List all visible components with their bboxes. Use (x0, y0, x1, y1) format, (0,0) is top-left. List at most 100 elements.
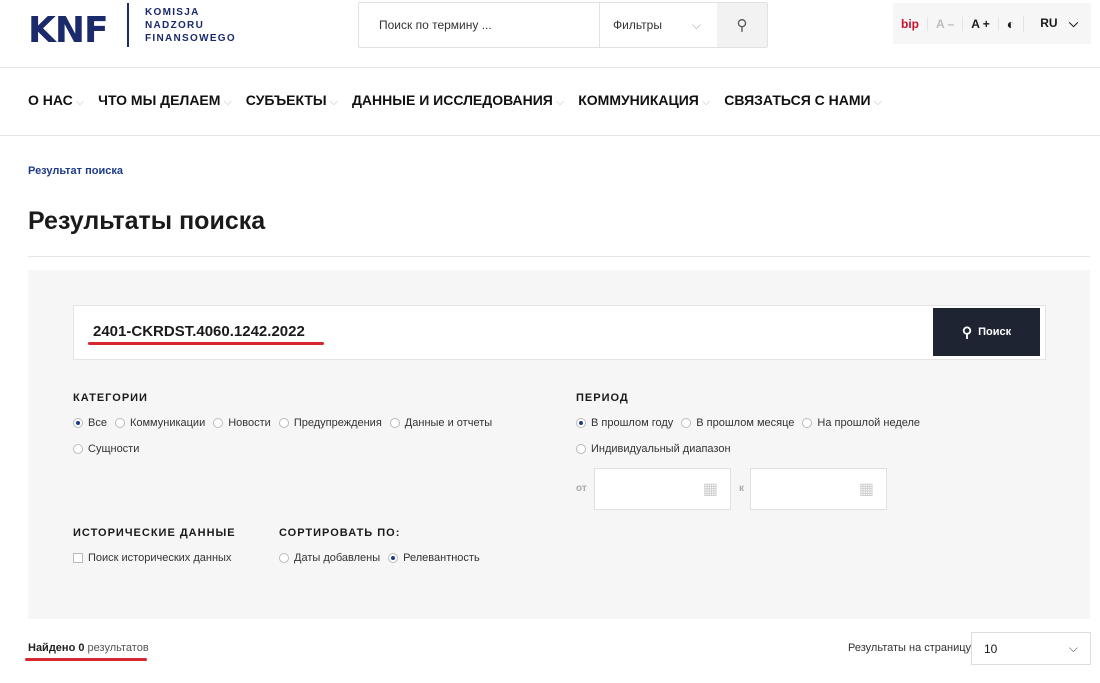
category-entities[interactable]: Сущности (73, 443, 139, 455)
period-options: В прошлом году В прошлом месяце На прошл… (576, 417, 920, 429)
found-prefix: Найдено (28, 642, 76, 654)
sort-date-added[interactable]: Даты добавлены (279, 552, 380, 564)
chevron-down-icon: ⌵ (223, 96, 232, 108)
period-last-week[interactable]: На прошлой неделе (802, 417, 920, 429)
divider (0, 67, 1100, 68)
sort-relevance[interactable]: Релевантность (388, 552, 480, 564)
chevron-down-icon: ⌵ (1068, 641, 1078, 655)
page-title: Результаты поиска (28, 207, 266, 235)
option-label: Сущности (88, 443, 140, 455)
period-last-month[interactable]: В прошлом месяце (681, 417, 794, 429)
checkbox (73, 553, 83, 563)
category-warnings[interactable]: Предупреждения (278, 417, 382, 429)
historical-label: ИСТОРИЧЕСКИЕ ДАННЫЕ (73, 527, 236, 539)
nav-item-what-we-do[interactable]: ЧТО МЫ ДЕЛАЕМ ⌵ (98, 92, 232, 109)
annotation-underline (88, 342, 324, 345)
category-news[interactable]: Новости (213, 417, 271, 429)
radio (388, 553, 399, 563)
breadcrumb[interactable]: Результат поиска (28, 165, 123, 177)
to-label: к (739, 483, 745, 494)
divider (0, 135, 1100, 136)
per-page-select[interactable]: 10 ⌵ (971, 632, 1091, 665)
date-from-input[interactable]: ▦ (594, 468, 731, 510)
search-value[interactable]: 2401-CKRDST.4060.1242.2022 (93, 323, 305, 340)
radio (279, 553, 289, 563)
logo-line: KOMISJA (145, 7, 200, 18)
radio (114, 418, 125, 428)
logo-divider (127, 3, 129, 47)
calendar-icon: ▦ (858, 481, 874, 498)
sort-label: СОРТИРОВАТЬ ПО: (279, 527, 401, 539)
categories-options-row2: Сущности (73, 443, 139, 455)
results-count: Найдено 0 результатов (28, 642, 149, 654)
nav-item-communication[interactable]: КОММУНИКАЦИЯ ⌵ (578, 92, 710, 109)
option-label: Индивидуальный диапазон (591, 443, 731, 455)
per-page-label: Результаты на страницу (848, 642, 972, 654)
header-search-input[interactable]: Поиск по термину ... (359, 18, 599, 32)
option-label: В прошлом месяце (696, 417, 795, 429)
option-label: Коммуникации (129, 417, 206, 429)
option-label: Все (88, 417, 107, 429)
period-options-row2: Индивидуальный диапазон (576, 443, 731, 455)
category-data-reports[interactable]: Данные и отчеты (389, 417, 493, 429)
nav-item-contact[interactable]: СВЯЗАТЬСЯ С НАМИ ⌵ (724, 92, 882, 109)
knf-logo[interactable]: KNF (28, 10, 109, 51)
radio (73, 444, 83, 454)
categories-options: Все Коммуникации Новости Предупреждения … (73, 417, 492, 429)
bip-link[interactable]: bip (893, 16, 928, 31)
sort-options: Даты добавлены Релевантность (279, 552, 480, 564)
radio (389, 418, 400, 428)
period-label: ПЕРИОД (576, 392, 629, 404)
logo-line: FINANSOWEGO (145, 33, 236, 44)
language-label: RU (1040, 16, 1058, 30)
font-decrease-button[interactable]: A – (928, 16, 964, 31)
nav-label: КОММУНИКАЦИЯ (578, 92, 699, 108)
contrast-icon[interactable]: ◐ (999, 15, 1025, 32)
radio (213, 418, 224, 428)
from-label: от (576, 483, 587, 494)
nav-label: О НАС (28, 92, 73, 108)
nav-label: ДАННЫЕ И ИССЛЕДОВАНИЯ (351, 92, 553, 108)
historical-checkbox[interactable]: Поиск исторических данных (73, 552, 231, 564)
search-icon: ⚲ (736, 17, 748, 34)
filters-dropdown[interactable]: Фильтры ⌵ (599, 3, 717, 47)
nav-item-entities[interactable]: СУБЪЕКТЫ ⌵ (246, 92, 338, 109)
filters-label: Фильтры (613, 18, 662, 32)
date-to-input[interactable]: ▦ (750, 468, 887, 510)
radio (278, 418, 289, 428)
nav-item-about[interactable]: О НАС ⌵ (28, 92, 84, 109)
search-button[interactable]: ⚲ Поиск (933, 308, 1040, 356)
language-select[interactable]: RU ⌵ (1024, 16, 1086, 31)
calendar-icon: ▦ (702, 481, 718, 498)
nav-label: СУБЪЕКТЫ (245, 92, 327, 108)
radio (681, 418, 692, 428)
radio (73, 418, 83, 428)
category-all[interactable]: Все (73, 417, 107, 429)
logo-subtitle: KOMISJA NADZORU FINANSOWEGO (145, 6, 236, 45)
found-suffix: результатов (87, 642, 149, 654)
category-communications[interactable]: Коммуникации (114, 417, 206, 429)
found-count: 0 (78, 642, 85, 654)
radio (576, 418, 586, 428)
header-search-button[interactable]: ⚲ (717, 3, 767, 47)
font-increase-button[interactable]: A + (963, 16, 999, 31)
option-label: На прошлой неделе (817, 417, 921, 429)
search-button-label: Поиск (978, 326, 1012, 338)
historical-options: Поиск исторических данных (73, 552, 231, 564)
period-custom[interactable]: Индивидуальный диапазон (576, 443, 731, 455)
radio (576, 444, 586, 454)
main-nav: О НАС ⌵ ЧТО МЫ ДЕЛАЕМ ⌵ СУБЪЕКТЫ ⌵ ДАННЫЕ И… (28, 92, 882, 109)
annotation-underline (25, 658, 147, 661)
nav-label: ЧТО МЫ ДЕЛАЕМ (98, 92, 221, 108)
option-label: В прошлом году (591, 417, 674, 429)
chevron-down-icon: ⌵ (873, 96, 882, 108)
nav-item-data[interactable]: ДАННЫЕ И ИССЛЕДОВАНИЯ ⌵ (352, 92, 564, 109)
option-label: Данные и отчеты (404, 417, 493, 429)
chevron-down-icon: ⌵ (701, 96, 711, 108)
chevron-down-icon: ⌵ (75, 96, 85, 108)
period-last-year[interactable]: В прошлом году (576, 417, 673, 429)
option-label: Даты добавлены (294, 552, 381, 564)
chevron-down-icon: ⌵ (329, 96, 338, 108)
radio (802, 418, 813, 428)
chevron-down-icon: ⌵ (691, 17, 701, 32)
